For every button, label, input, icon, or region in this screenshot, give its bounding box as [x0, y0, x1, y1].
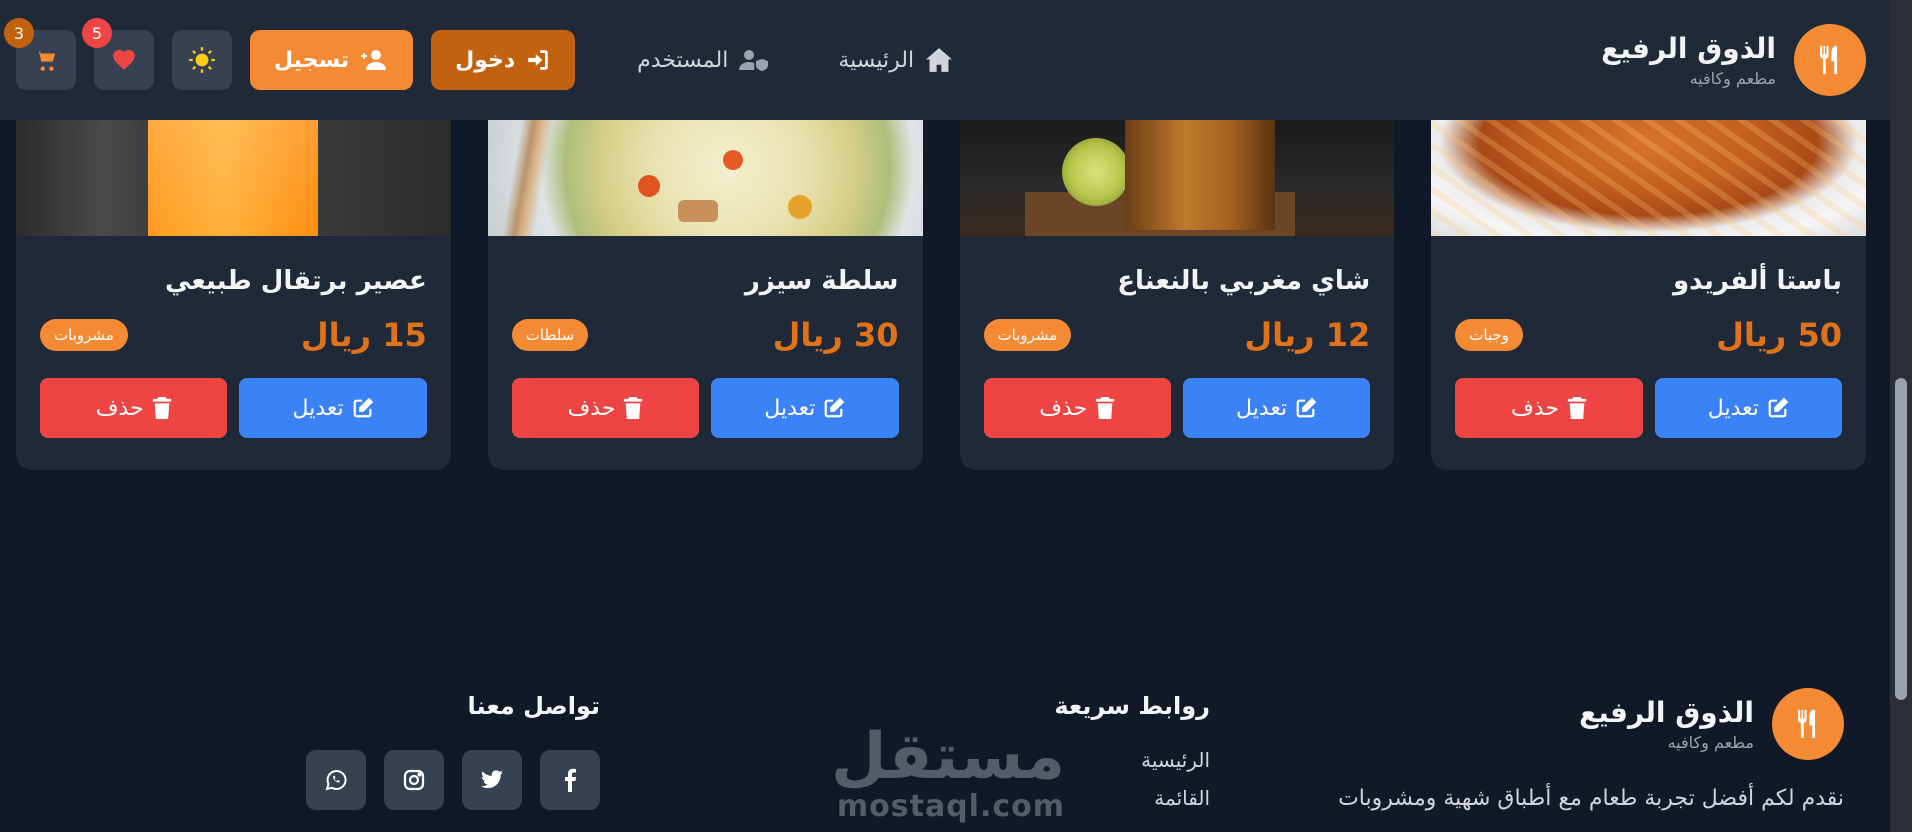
- delete-label: حذف: [1510, 395, 1559, 421]
- product-title: شاي مغربي بالنعناع: [1117, 266, 1371, 296]
- whatsapp-button[interactable]: [306, 750, 366, 810]
- edit-label: تعديل: [764, 395, 816, 421]
- sign-in-icon: [528, 50, 548, 70]
- navbar: الذوق الرفيع مطعم وكافيه 3 5 تسجيل دخول …: [0, 0, 1890, 120]
- product-card: عصير برتقال طبيعي 15 ريال مشروبات تعديل …: [16, 120, 451, 470]
- delete-button[interactable]: حذف: [1455, 378, 1643, 438]
- product-image-pasta-alfredo: [1431, 120, 1866, 236]
- page-scrollbar[interactable]: [1890, 0, 1912, 832]
- category-badge: مشروبات: [983, 319, 1072, 351]
- delete-button[interactable]: حذف: [983, 378, 1171, 438]
- utensils-icon: [1772, 688, 1844, 760]
- product-image-moroccan-tea: [959, 120, 1395, 236]
- home-icon: [926, 48, 953, 72]
- twitter-button[interactable]: [462, 750, 522, 810]
- trash-icon: [1096, 397, 1115, 419]
- sun-icon: [189, 47, 215, 73]
- nav-link-home-label: الرئيسية: [838, 47, 915, 73]
- facebook-button[interactable]: [540, 750, 600, 810]
- nav-link-home[interactable]: الرئيسية: [838, 47, 954, 73]
- product-grid: عصير برتقال طبيعي 15 ريال مشروبات تعديل …: [16, 120, 1866, 470]
- quick-links: روابط سريعة الرئيسية القائمة: [1054, 692, 1210, 810]
- register-label: تسجيل: [274, 47, 350, 73]
- edit-icon: [1296, 397, 1317, 418]
- edit-button[interactable]: تعديل: [239, 378, 427, 438]
- register-button[interactable]: تسجيل: [250, 30, 414, 90]
- product-image-orange-juice: [16, 120, 451, 236]
- trash-icon: [152, 397, 171, 419]
- watermark-latin: mostaql.com: [836, 789, 1065, 824]
- theme-toggle-button[interactable]: [172, 30, 232, 90]
- watermark-arabic: مستقل: [830, 720, 1065, 794]
- product-title: عصير برتقال طبيعي: [165, 266, 427, 296]
- edit-button[interactable]: تعديل: [1654, 378, 1842, 438]
- edit-icon: [353, 397, 373, 418]
- user-shield-icon: [739, 50, 769, 71]
- product-price: 15 ريال: [300, 316, 427, 354]
- contact-title: تواصل معنا: [467, 692, 600, 720]
- social-links: [306, 750, 600, 810]
- twitter-icon: [481, 770, 503, 789]
- delete-button[interactable]: حذف: [40, 378, 228, 438]
- heart-icon: [113, 49, 135, 70]
- cart-icon: [36, 51, 56, 71]
- instagram-icon: [403, 769, 425, 791]
- trash-icon: [1567, 397, 1587, 419]
- edit-button[interactable]: تعديل: [711, 378, 899, 438]
- delete-label: حذف: [95, 395, 144, 421]
- product-price: 50 ريال: [1716, 316, 1842, 354]
- footer-link-menu[interactable]: القائمة: [1054, 786, 1210, 810]
- edit-button[interactable]: تعديل: [1182, 378, 1371, 438]
- category-badge: وجبات: [1455, 319, 1523, 351]
- footer-brand-title: الذوق الرفيع: [1579, 695, 1754, 729]
- scrollbar-thumb[interactable]: [1895, 378, 1907, 700]
- product-card: باستا ألفريدو 50 ريال وجبات تعديل حذف: [1431, 120, 1866, 470]
- trash-icon: [624, 397, 643, 419]
- nav-links: المستخدم الرئيسية: [637, 47, 954, 73]
- user-plus-icon: [361, 50, 387, 70]
- edit-icon: [1768, 397, 1789, 418]
- product-price: 12 ريال: [1244, 316, 1371, 354]
- favorites-button[interactable]: 5: [82, 18, 154, 90]
- login-button[interactable]: دخول: [431, 30, 576, 90]
- brand-title: الذوق الرفيع: [1601, 31, 1776, 65]
- cart-button[interactable]: 3: [4, 18, 76, 90]
- nav-actions: 3 5 تسجيل دخول المستخدم الرئيسية: [4, 18, 954, 90]
- footer: الذوق الرفيع مطعم وكافيه نقدم لكم أفضل ت…: [0, 680, 1890, 832]
- facebook-icon: [565, 768, 576, 792]
- brand[interactable]: الذوق الرفيع مطعم وكافيه: [1601, 24, 1866, 96]
- favorites-count-badge: 5: [82, 18, 112, 48]
- product-title: باستا ألفريدو: [1672, 266, 1842, 296]
- quick-links-title: روابط سريعة: [1054, 692, 1210, 720]
- edit-label: تعديل: [292, 395, 344, 421]
- nav-link-user-label: المستخدم: [637, 47, 729, 73]
- whatsapp-icon: [325, 770, 347, 791]
- instagram-button[interactable]: [384, 750, 444, 810]
- product-title: سلطة سيزر: [744, 266, 899, 296]
- product-price: 30 ريال: [772, 316, 899, 354]
- product-card: سلطة سيزر 30 ريال سلطات تعديل حذف: [487, 120, 923, 470]
- utensils-icon: [1794, 24, 1866, 96]
- delete-button[interactable]: حذف: [511, 378, 700, 438]
- category-badge: مشروبات: [40, 319, 128, 351]
- delete-label: حذف: [567, 395, 616, 421]
- edit-label: تعديل: [1707, 395, 1759, 421]
- delete-label: حذف: [1039, 395, 1088, 421]
- footer-description: نقدم لكم أفضل تجربة طعام مع أطباق شهية و…: [1338, 786, 1844, 811]
- footer-brand: الذوق الرفيع مطعم وكافيه: [1579, 688, 1844, 760]
- footer-link-home[interactable]: الرئيسية: [1054, 748, 1210, 772]
- footer-brand-subtitle: مطعم وكافيه: [1667, 733, 1754, 753]
- edit-label: تعديل: [1236, 395, 1288, 421]
- nav-link-user[interactable]: المستخدم: [637, 47, 770, 73]
- contact-section: تواصل معنا: [306, 692, 600, 810]
- cart-count-badge: 3: [4, 18, 34, 48]
- brand-subtitle: مطعم وكافيه: [1689, 69, 1776, 89]
- login-label: دخول: [455, 47, 516, 73]
- edit-icon: [825, 397, 845, 418]
- watermark: مستقل mostaql.com: [830, 720, 1065, 824]
- category-badge: سلطات: [511, 319, 589, 351]
- product-card: شاي مغربي بالنعناع 12 ريال مشروبات تعديل…: [959, 120, 1395, 470]
- product-image-caesar-salad: [487, 120, 923, 236]
